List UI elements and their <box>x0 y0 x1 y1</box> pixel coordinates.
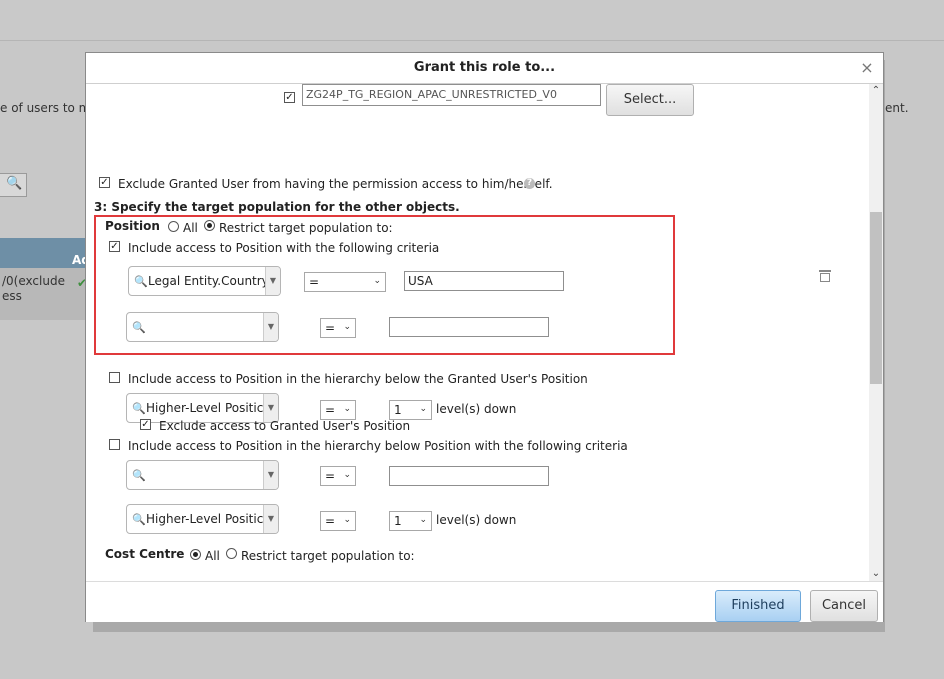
dialog-header: Grant this role to... × <box>86 53 883 84</box>
group-name-field[interactable]: ZG24P_TG_REGION_APAC_UNRESTRICTED_V0 <box>302 84 601 106</box>
hierarchy-granted-field-value: Higher-Level Positic <box>146 401 264 415</box>
finished-button[interactable]: Finished <box>715 590 801 622</box>
chevron-down-icon: ⌄ <box>419 404 427 414</box>
hierarchy-criteria-operator-select-2[interactable]: = ⌄ <box>320 511 356 531</box>
background-top-bar <box>0 0 944 41</box>
section-3-label: 3: Specify the target population for the… <box>94 200 460 214</box>
position-operator-1-value: = <box>309 275 320 289</box>
scroll-down-icon[interactable]: ⌄ <box>869 567 883 581</box>
chevron-down-icon: ⌄ <box>343 322 351 332</box>
select-button[interactable]: Select... <box>606 84 694 116</box>
hierarchy-granted-checkbox[interactable] <box>109 372 120 383</box>
chevron-down-icon[interactable]: ▼ <box>265 267 280 295</box>
levels-down-label: level(s) down <box>436 402 517 416</box>
chevron-down-icon[interactable]: ▼ <box>263 394 278 422</box>
hierarchy-granted-levels-select[interactable]: 1 ⌄ <box>389 400 432 420</box>
background-table-header: Ad <box>0 238 90 268</box>
position-criteria-label: Include access to Position with the foll… <box>128 241 440 255</box>
chevron-down-icon: ⌄ <box>419 515 427 525</box>
hierarchy-criteria-levels-value: 1 <box>394 514 402 528</box>
search-icon: 🔍 <box>6 176 23 191</box>
chevron-down-icon[interactable]: ▼ <box>263 313 278 341</box>
position-all-label: All <box>183 221 198 235</box>
exclude-granted-checkbox[interactable]: ✓ <box>99 177 110 188</box>
group-checkbox[interactable]: ✓ <box>284 92 295 103</box>
hierarchy-granted-operator-value: = <box>325 403 336 417</box>
dialog-scrollbar[interactable]: ⌃ ⌄ <box>869 84 883 581</box>
dialog-body: ✓ ZG24P_TG_REGION_APAC_UNRESTRICTED_V0 S… <box>86 84 883 581</box>
position-operator-select-1[interactable]: = ⌄ <box>304 272 386 292</box>
chevron-down-icon: ⌄ <box>373 276 381 286</box>
exclude-access-checkbox[interactable]: ✓ <box>140 419 151 430</box>
chevron-down-icon[interactable]: ▼ <box>263 461 278 489</box>
cost-centre-all-label: All <box>205 549 220 563</box>
position-value-input-1[interactable]: USA <box>404 271 564 291</box>
levels-down-label-2: level(s) down <box>436 513 517 527</box>
exclude-access-label: Exclude access to Granted User's Positio… <box>159 419 411 433</box>
search-icon: 🔍 <box>132 321 146 334</box>
cost-centre-label: Cost Centre <box>105 547 185 561</box>
position-criteria-checkbox[interactable]: ✓ <box>109 241 120 252</box>
hierarchy-criteria-checkbox[interactable] <box>109 439 120 450</box>
hierarchy-granted-label: Include access to Position in the hierar… <box>128 372 588 386</box>
hierarchy-criteria-operator-1-value: = <box>325 469 336 483</box>
scroll-up-icon[interactable]: ⌃ <box>869 84 883 98</box>
search-icon: 🔍 <box>132 513 146 526</box>
position-label: Position <box>105 219 160 233</box>
search-icon: 🔍 <box>134 275 148 288</box>
help-icon[interactable]: ? <box>524 178 535 189</box>
position-field-combo-2[interactable]: 🔍 ▼ <box>126 312 279 342</box>
hierarchy-criteria-label: Include access to Position in the hierar… <box>128 439 628 453</box>
hierarchy-criteria-field-combo-1[interactable]: 🔍 ▼ <box>126 460 279 490</box>
cost-centre-restrict-radio[interactable] <box>226 548 237 559</box>
dialog-footer: Finished Cancel <box>86 581 883 622</box>
position-all-radio[interactable] <box>168 221 179 232</box>
position-value-input-2[interactable] <box>389 317 549 337</box>
chevron-down-icon: ⌄ <box>343 470 351 480</box>
hierarchy-granted-operator-select[interactable]: = ⌄ <box>320 400 356 420</box>
close-icon[interactable]: × <box>858 59 876 77</box>
hierarchy-criteria-field-2-value: Higher-Level Positic <box>146 512 264 526</box>
background-text-right: ent. <box>885 101 909 115</box>
cancel-button[interactable]: Cancel <box>810 590 878 622</box>
hierarchy-criteria-field-combo-2[interactable]: 🔍 Higher-Level Positic ▼ <box>126 504 279 534</box>
hierarchy-granted-levels-value: 1 <box>394 403 402 417</box>
position-operator-2-value: = <box>325 321 336 335</box>
background-row-text-1: /0(exclude <box>2 274 65 288</box>
position-field-combo-1[interactable]: 🔍 Legal Entity.Country. ▼ <box>128 266 281 296</box>
background-row-text-2: ess <box>2 289 22 303</box>
hierarchy-criteria-operator-2-value: = <box>325 514 336 528</box>
cost-centre-restrict-label: Restrict target population to: <box>241 549 415 563</box>
search-icon: 🔍 <box>132 402 146 415</box>
grant-role-dialog: Grant this role to... × ✓ ZG24P_TG_REGIO… <box>85 52 884 622</box>
background-search-button: 🔍 <box>0 173 27 197</box>
chevron-down-icon[interactable]: ▼ <box>263 505 278 533</box>
cost-centre-all-radio[interactable] <box>190 549 201 560</box>
background-text-left: e of users to ma <box>0 101 98 115</box>
position-operator-select-2[interactable]: = ⌄ <box>320 318 356 338</box>
hierarchy-criteria-levels-select[interactable]: 1 ⌄ <box>389 511 432 531</box>
position-field-1-value: Legal Entity.Country. <box>148 274 271 288</box>
chevron-down-icon: ⌄ <box>343 404 351 414</box>
hierarchy-criteria-operator-select-1[interactable]: = ⌄ <box>320 466 356 486</box>
dialog-title: Grant this role to... <box>413 60 556 75</box>
scrollbar-thumb[interactable] <box>870 212 882 384</box>
exclude-granted-label: Exclude Granted User from having the per… <box>118 177 553 191</box>
trash-icon[interactable] <box>819 268 831 282</box>
background-table-row: /0(exclude ess ✔ <box>0 268 87 320</box>
position-restrict-radio[interactable] <box>204 220 215 231</box>
hierarchy-criteria-value-input-1[interactable] <box>389 466 549 486</box>
chevron-down-icon: ⌄ <box>343 515 351 525</box>
search-icon: 🔍 <box>132 469 146 482</box>
position-restrict-label: Restrict target population to: <box>219 221 393 235</box>
